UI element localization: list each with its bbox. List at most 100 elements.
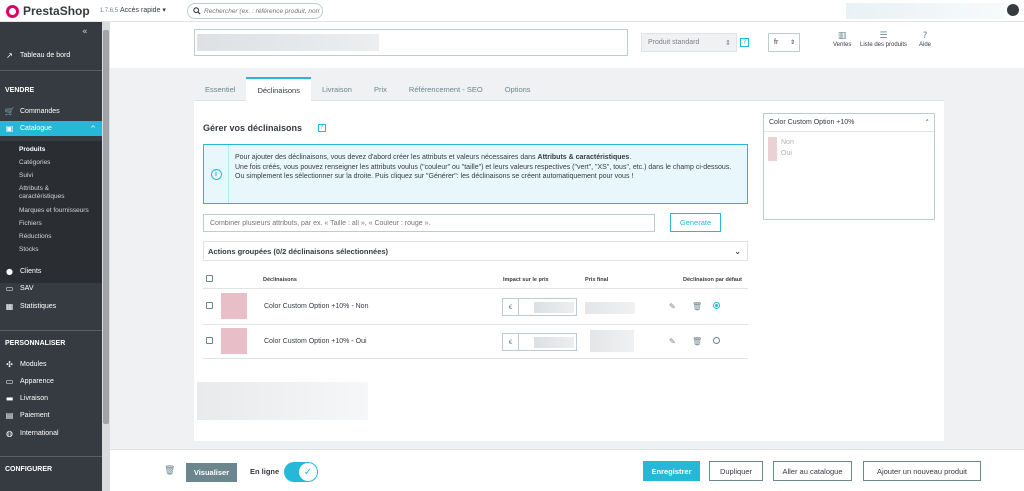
online-label: En ligne: [250, 467, 280, 476]
combine-attributes-input[interactable]: [203, 214, 655, 232]
sidebar-item-design[interactable]: ▭ Apparence: [0, 374, 102, 389]
row-checkbox[interactable]: [206, 337, 213, 344]
go-to-catalog-button[interactable]: Aller au catalogue: [773, 461, 852, 481]
sales-button[interactable]: ▥ Ventes: [833, 31, 851, 48]
combination-name[interactable]: Color Custom Option +10% - Non: [264, 303, 368, 310]
delete-trash-icon[interactable]: 🗑: [692, 337, 702, 346]
collapse-sidebar-icon[interactable]: «: [82, 27, 88, 37]
attribute-selector-panel: Color Custom Option +10% ˄ Non Oui: [763, 113, 935, 220]
sidebar-item-shipping[interactable]: ▬ Livraison: [0, 391, 102, 406]
select-all-checkbox[interactable]: [206, 275, 213, 282]
duplicate-button[interactable]: Dupliquer: [709, 461, 763, 481]
puzzle-icon: ✣: [6, 360, 13, 369]
sidebar-item-label: Modules: [20, 361, 47, 368]
row-divider: [203, 358, 748, 359]
sidebar-item-label: Catalogue: [20, 125, 52, 132]
sidebar-subitem-monitoring[interactable]: Suivi: [19, 172, 33, 179]
search-box[interactable]: [187, 3, 323, 19]
attribute-group-title: Color Custom Option +10%: [769, 119, 855, 126]
alert-text-rest: Une fois créés, vous pouvez renseigner l…: [235, 163, 732, 181]
tab-shipping[interactable]: Livraison: [311, 77, 363, 101]
tab-pricing[interactable]: Prix: [363, 77, 398, 101]
online-toggle[interactable]: ✓: [284, 462, 318, 482]
attributes-link[interactable]: Attributs & caractéristiques: [538, 154, 630, 161]
user-avatar-icon[interactable]: [1007, 4, 1019, 16]
product-type-select[interactable]: Produit standard ⇕: [641, 33, 737, 52]
sidebar-item-label: Paiement: [20, 412, 50, 419]
chevron-up-icon: ^: [90, 124, 96, 133]
sidebar-scrollbar-thumb[interactable]: [103, 30, 109, 424]
bar-chart-icon: ▥: [837, 31, 847, 41]
edit-pencil-icon[interactable]: ✎: [669, 337, 676, 346]
edit-pencil-icon[interactable]: ✎: [669, 302, 676, 311]
sidebar-subitem-stocks[interactable]: Stocks: [19, 246, 39, 253]
tab-essentials[interactable]: Essentiel: [194, 77, 246, 101]
default-combination-radio[interactable]: [713, 302, 720, 309]
divider: [0, 70, 102, 71]
sidebar-item-dashboard[interactable]: ↗ Tableau de bord: [0, 48, 102, 63]
combination-name[interactable]: Color Custom Option +10% - Oui: [264, 338, 367, 345]
sidebar-subitem-attributes-line2[interactable]: caractéristiques: [19, 193, 65, 200]
product-type-help-icon[interactable]: ?: [740, 38, 749, 47]
employee-info-blurred: [846, 3, 1004, 19]
language-select[interactable]: fr ⇕: [768, 33, 800, 52]
info-icon: i: [210, 168, 222, 180]
sidebar-subitem-brands[interactable]: Marques et fournisseurs: [19, 207, 89, 214]
check-icon: ✓: [299, 463, 317, 481]
sidebar-item-payment[interactable]: ▤ Paiement: [0, 408, 102, 423]
price-impact-input[interactable]: €: [502, 333, 577, 351]
quick-access-label: Accès rapide: [120, 7, 161, 14]
sidebar-item-customers[interactable]: ● Clients: [0, 264, 102, 279]
row-checkbox[interactable]: [206, 302, 213, 309]
combination-thumbnail[interactable]: [221, 328, 247, 354]
products-list-button[interactable]: ☰ Liste des produits: [860, 31, 907, 48]
color-swatch: [768, 137, 777, 161]
product-name-input[interactable]: [194, 29, 628, 56]
sidebar-subitem-categories[interactable]: Catégories: [19, 159, 50, 166]
sidebar-subitem-attributes[interactable]: Attributs &: [19, 185, 49, 192]
column-header-impact: Impact sur le prix: [503, 277, 549, 283]
tab-combinations[interactable]: Déclinaisons: [246, 77, 311, 101]
page-title: Gérer vos déclinaisons: [203, 123, 303, 133]
title-help-icon[interactable]: ?: [318, 124, 326, 132]
sidebar-item-catalog[interactable]: ▣ Catalogue ^: [0, 121, 102, 136]
attribute-option[interactable]: Oui: [781, 150, 792, 157]
sidebar-item-modules[interactable]: ✣ Modules: [0, 357, 102, 372]
price-impact-input[interactable]: €: [502, 298, 577, 316]
default-combination-radio[interactable]: [713, 337, 720, 344]
sidebar-item-service[interactable]: ▭ SAV: [0, 281, 102, 296]
preview-button[interactable]: Visualiser: [186, 463, 237, 482]
quick-access-menu[interactable]: Accès rapide ▾: [120, 6, 166, 14]
attribute-option[interactable]: Non: [781, 139, 794, 146]
generate-button[interactable]: Generate: [670, 213, 721, 232]
delete-product-icon[interactable]: 🗑: [164, 466, 175, 476]
combination-thumbnail[interactable]: [221, 293, 247, 319]
sidebar-item-label: Apparence: [20, 378, 54, 385]
save-button[interactable]: Enregistrer: [643, 461, 700, 481]
sidebar-subitem-files[interactable]: Fichiers: [19, 220, 42, 227]
sidebar-item-orders[interactable]: 🛒 Commandes: [0, 104, 102, 119]
cart-icon: 🛒: [4, 107, 15, 116]
section-title-sell: VENDRE: [5, 87, 35, 94]
add-new-product-button[interactable]: Ajouter un nouveau produit: [863, 461, 981, 481]
globe-icon: ◍: [6, 429, 13, 438]
sidebar-item-label: Livraison: [20, 395, 49, 402]
delete-trash-icon[interactable]: 🗑: [692, 302, 702, 311]
search-input[interactable]: [204, 7, 320, 15]
sidebar-subitem-discounts[interactable]: Réductions: [19, 233, 52, 240]
tab-seo[interactable]: Référencement - SEO: [398, 77, 494, 101]
sidebar-item-stats[interactable]: ▦ Statistiques: [0, 299, 102, 314]
store-icon: ▣: [5, 124, 14, 133]
sidebar-item-international[interactable]: ◍ International: [0, 426, 102, 441]
caret-down-icon: ▾: [162, 6, 166, 14]
tab-options[interactable]: Options: [494, 77, 542, 101]
sidebar-subitem-products[interactable]: Produits: [19, 146, 45, 153]
help-button[interactable]: ? Aide: [919, 31, 931, 48]
attribute-group-toggle[interactable]: Color Custom Option +10% ˄: [764, 114, 934, 132]
sidebar-item-label: Clients: [20, 268, 42, 275]
prestashop-logo[interactable]: PrestaShop 1.7.6.5: [6, 4, 118, 18]
final-price-blurred: [585, 302, 635, 314]
currency-symbol: €: [503, 334, 519, 350]
bulk-actions-dropdown[interactable]: Actions groupées (0/2 déclinaisons sélec…: [203, 241, 748, 261]
truck-icon: ▬: [5, 394, 14, 403]
